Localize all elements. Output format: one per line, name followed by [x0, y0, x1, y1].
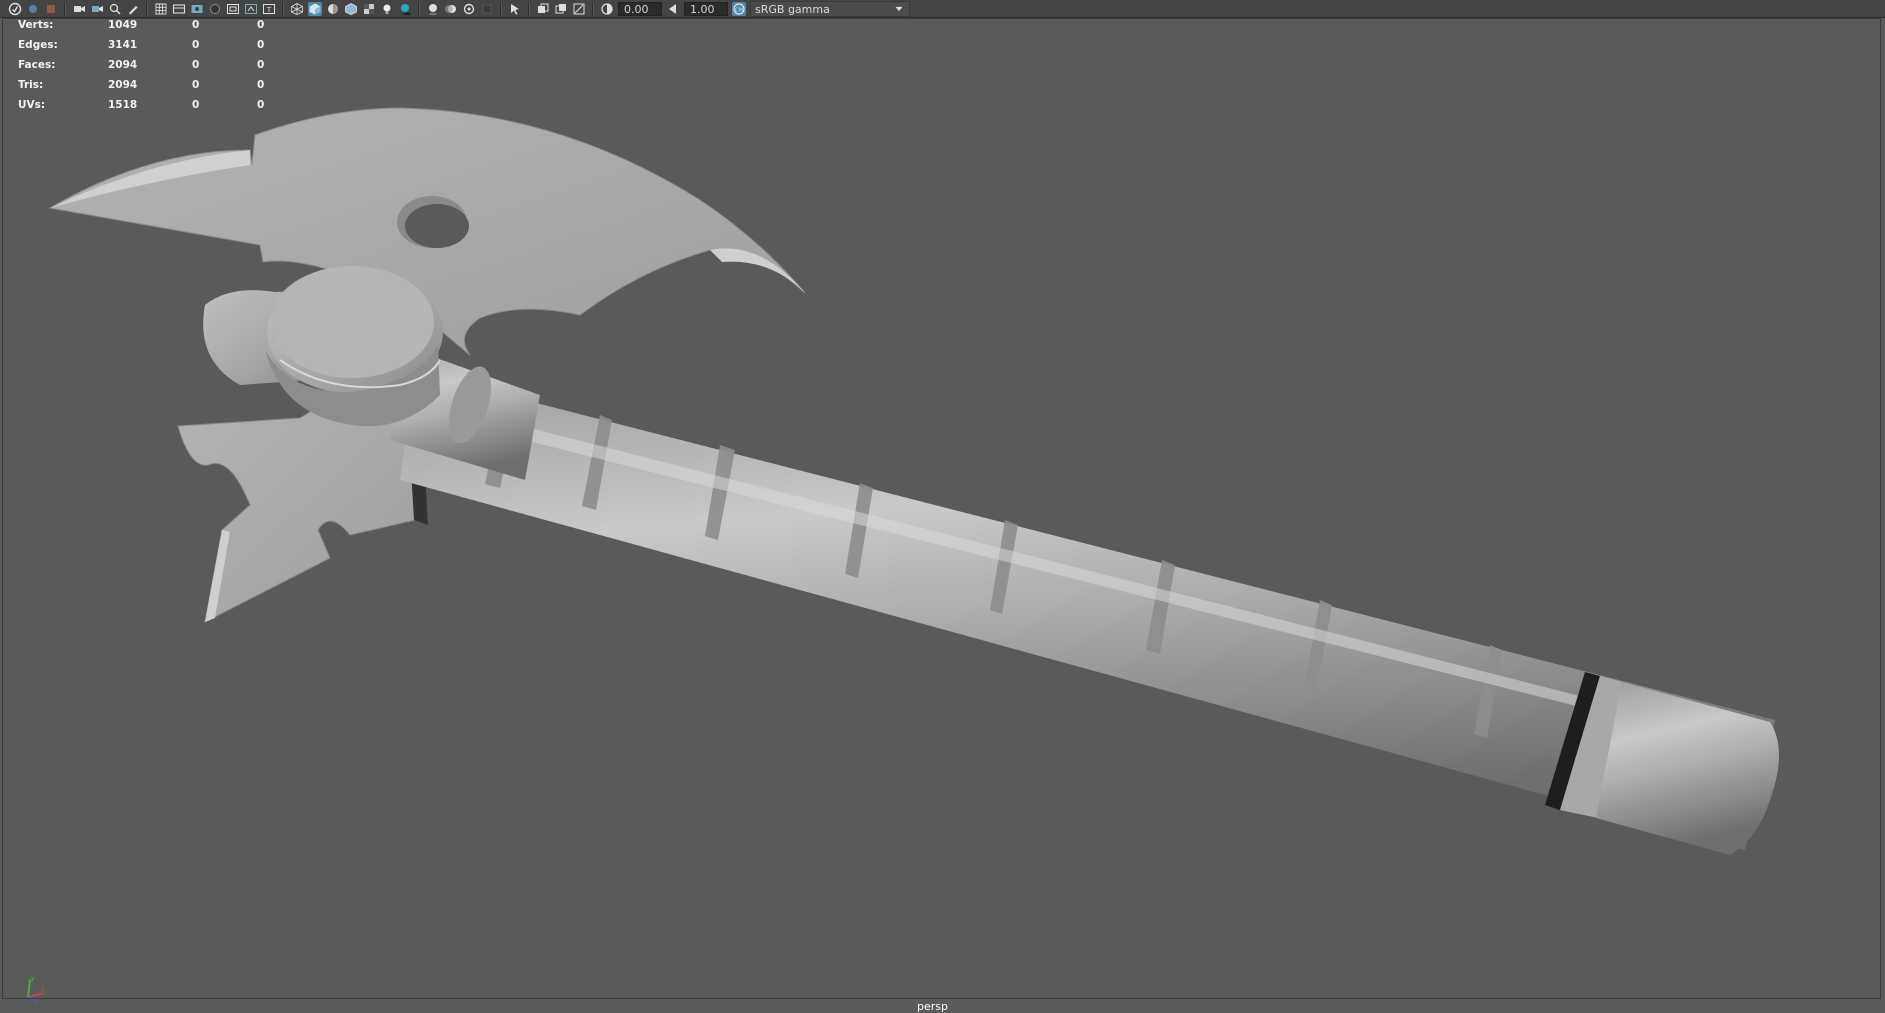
svg-text:CM: CM	[735, 7, 744, 13]
hud-value: 0	[192, 79, 200, 91]
hud-value: 0	[257, 19, 265, 31]
xray-joints-icon[interactable]	[572, 2, 586, 16]
toolbar-divider	[500, 1, 502, 16]
hud-value: 0	[257, 79, 265, 91]
svg-text:y: y	[31, 975, 35, 982]
axe-model[interactable]	[0, 18, 1885, 1001]
axis-gizmo: x y z	[22, 973, 48, 1003]
gamma-icon[interactable]	[666, 2, 680, 16]
safe-action-icon[interactable]	[244, 2, 258, 16]
use-lights-icon[interactable]	[380, 2, 394, 16]
hud-label: Verts:	[18, 19, 54, 31]
isolate-select-icon[interactable]	[508, 2, 522, 16]
hud-value: 2094	[108, 79, 138, 91]
wireframe-on-shaded-icon[interactable]	[344, 2, 358, 16]
field-chart-icon[interactable]	[226, 2, 240, 16]
xray-active-components-icon[interactable]	[554, 2, 568, 16]
image-plane-icon[interactable]	[72, 2, 86, 16]
toolbar-divider	[282, 1, 284, 16]
hud-label: UVs:	[18, 99, 46, 111]
toolbar-divider	[528, 1, 530, 16]
hud-row-tris: Tris: 2094 0 0	[18, 79, 278, 99]
hud-value: 1518	[108, 99, 138, 111]
pommel	[1596, 682, 1779, 855]
color-management-icon[interactable]: CM	[732, 1, 746, 16]
hud-value: 0	[257, 99, 265, 111]
hud-value: 2094	[108, 59, 138, 71]
grid-icon[interactable]	[154, 2, 168, 16]
svg-text:T: T	[266, 6, 272, 14]
toolbar-divider	[146, 1, 148, 16]
chevron-down-icon	[892, 2, 906, 16]
anti-alias-icon[interactable]	[462, 2, 476, 16]
svg-text:x: x	[41, 986, 45, 993]
hud-value: 3141	[108, 39, 138, 51]
default-material-icon[interactable]	[326, 2, 340, 16]
hud-value: 0	[192, 39, 200, 51]
textured-icon[interactable]	[362, 2, 376, 16]
hud-value: 1049	[108, 19, 138, 31]
exposure-field[interactable]: 0.00	[618, 1, 662, 16]
camera-attributes-icon[interactable]	[26, 2, 40, 16]
hud-value: 0	[257, 39, 265, 51]
camera-icon[interactable]	[90, 2, 104, 16]
safe-title-icon[interactable]: T	[262, 2, 276, 16]
film-gate-icon[interactable]	[172, 2, 186, 16]
poly-count-hud: Verts: 1049 0 0 Edges: 3141 0 0 Faces: 2…	[18, 19, 278, 119]
hud-row-faces: Faces: 2094 0 0	[18, 59, 278, 79]
hud-label: Edges:	[18, 39, 58, 51]
viewport-toolbar: T 0.00 1.00 CM sRGB gamma	[0, 0, 1885, 18]
hud-value: 0	[192, 59, 200, 71]
toolbar-divider	[418, 1, 420, 16]
motion-blur-icon[interactable]	[444, 2, 458, 16]
shadows-icon[interactable]	[398, 2, 412, 16]
hud-row-edges: Edges: 3141 0 0	[18, 39, 278, 59]
color-space-label: sRGB gamma	[755, 2, 830, 16]
resolution-gate-icon[interactable]	[190, 2, 204, 16]
screen-space-ao-icon[interactable]	[426, 2, 440, 16]
hud-label: Tris:	[18, 79, 44, 91]
xray-icon[interactable]	[536, 2, 550, 16]
hud-row-uvs: UVs: 1518 0 0	[18, 99, 278, 119]
select-camera-icon[interactable]	[8, 2, 22, 16]
gate-mask-icon[interactable]	[208, 2, 222, 16]
grease-pencil-icon[interactable]	[126, 2, 140, 16]
wireframe-icon[interactable]	[290, 2, 304, 16]
toolbar-divider	[592, 1, 594, 16]
gamma-field[interactable]: 1.00	[684, 1, 728, 16]
3d-viewport[interactable]: x y z persp	[0, 18, 1885, 1013]
hud-value: 0	[192, 19, 200, 31]
toolbar-divider	[64, 1, 66, 16]
color-space-dropdown[interactable]: sRGB gamma	[750, 0, 910, 17]
hud-value: 0	[192, 99, 200, 111]
depth-of-field-icon[interactable]	[480, 2, 494, 16]
exposure-icon[interactable]	[600, 2, 614, 16]
smooth-shade-icon[interactable]	[308, 1, 322, 16]
hud-label: Faces:	[18, 59, 56, 71]
hud-value: 0	[257, 59, 265, 71]
2d-pan-zoom-icon[interactable]	[108, 2, 122, 16]
hud-row-verts: Verts: 1049 0 0	[18, 19, 278, 39]
bookmarks-icon[interactable]	[44, 2, 58, 16]
camera-name-label: persp	[917, 1000, 948, 1013]
